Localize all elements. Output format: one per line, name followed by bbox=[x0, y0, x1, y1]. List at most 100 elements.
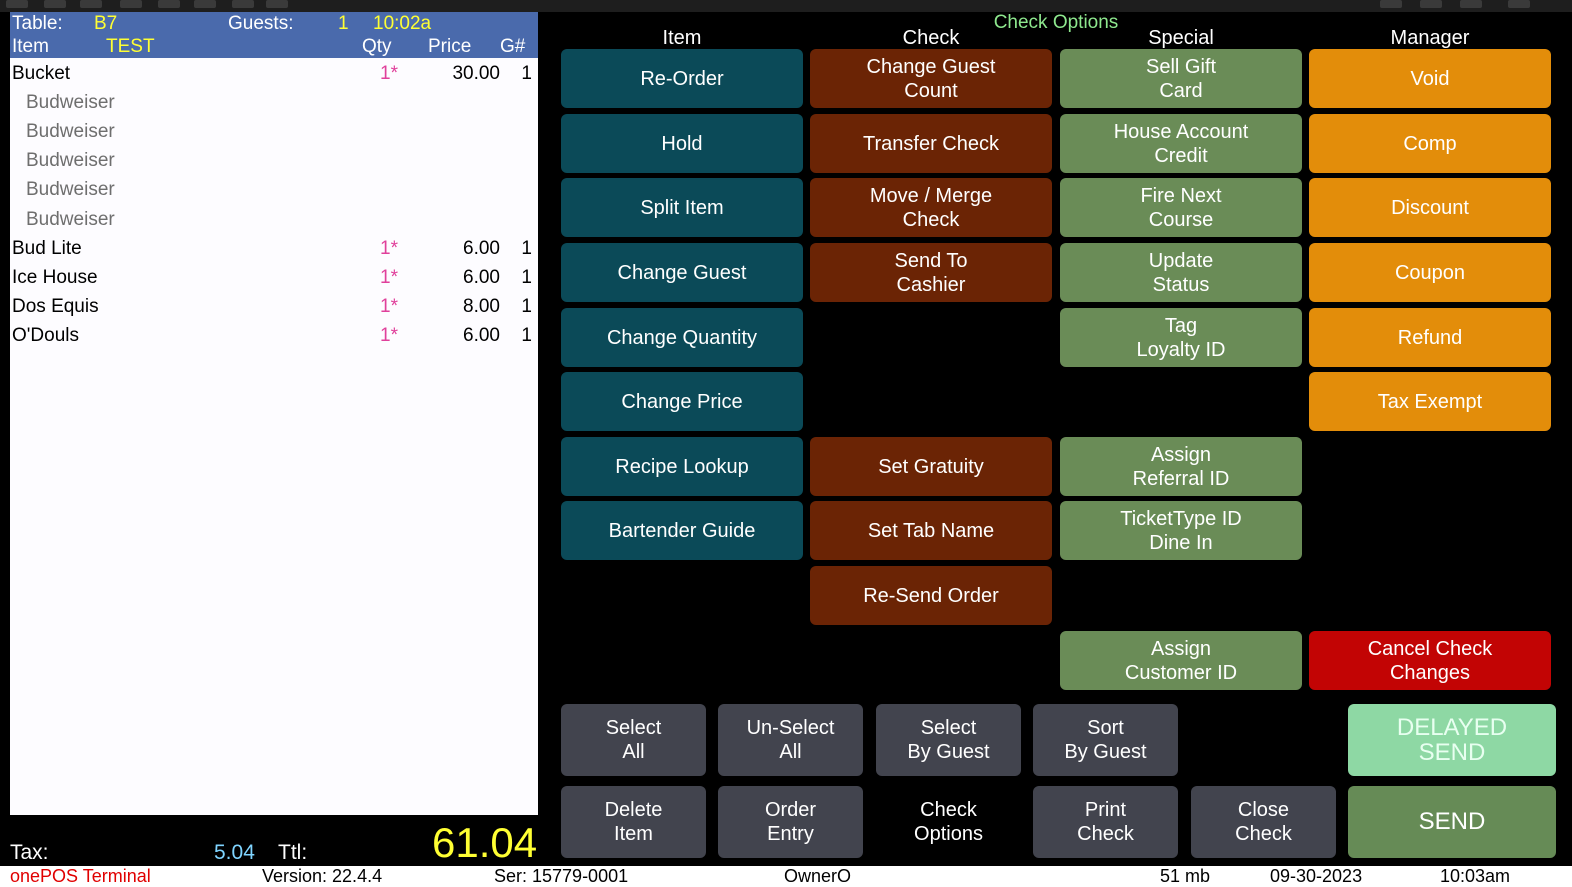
fire-next-course-button[interactable]: Fire Next Course bbox=[1060, 178, 1302, 237]
discount-button[interactable]: Discount bbox=[1309, 178, 1551, 237]
tag-loyalty-id-button[interactable]: Tag Loyalty ID bbox=[1060, 308, 1302, 367]
modifier-row[interactable]: Budweiser bbox=[10, 88, 538, 117]
check-item-row[interactable]: Ice House 1* 6.00 1 bbox=[10, 263, 538, 292]
order-entry-button[interactable]: Order Entry bbox=[718, 786, 863, 858]
settings-icon[interactable] bbox=[1420, 0, 1442, 8]
delayed-send-button[interactable]: DELAYED SEND bbox=[1348, 704, 1556, 776]
item-qty-text: 1* bbox=[380, 237, 398, 259]
re-order-button[interactable]: Re-Order bbox=[561, 49, 803, 108]
tax-amount: 5.04 bbox=[214, 841, 255, 864]
send-to-cashier-button[interactable]: Send To Cashier bbox=[810, 243, 1052, 302]
item-name-text: O'Douls bbox=[12, 324, 79, 346]
check-icon[interactable] bbox=[44, 0, 66, 8]
item-name: TEST bbox=[106, 36, 155, 57]
status-bar: onePOS Terminal Version: 22.4.4 Ser: 157… bbox=[0, 866, 1572, 887]
item-name-text: Bucket bbox=[12, 63, 71, 84]
guests-count: 1 bbox=[338, 13, 349, 34]
re-send-order-button[interactable]: Re-Send Order bbox=[810, 566, 1052, 625]
modifier-row[interactable]: Budweiser bbox=[10, 175, 538, 204]
tax-label: Tax: bbox=[10, 841, 49, 864]
status-date: 09-30-2023 bbox=[1270, 866, 1363, 886]
record-icon[interactable] bbox=[6, 0, 28, 8]
check-item-row[interactable]: O'Douls 1* 6.00 1 bbox=[10, 321, 538, 350]
split-item-button[interactable]: Split Item bbox=[561, 178, 803, 237]
item-label: Item bbox=[12, 36, 49, 57]
house-account-credit-button[interactable]: House Account Credit bbox=[1060, 114, 1302, 173]
item-price-text: 6.00 bbox=[463, 266, 500, 288]
item-guest-text: 1 bbox=[521, 324, 532, 346]
price-column-header: Price bbox=[428, 36, 472, 57]
tax-exempt-button[interactable]: Tax Exempt bbox=[1309, 372, 1551, 431]
item-qty-text: 1* bbox=[380, 266, 398, 288]
item-qty-text: 1* bbox=[380, 295, 398, 317]
modifier-row[interactable]: Budweiser bbox=[10, 146, 538, 175]
total-amount: 61.04 bbox=[432, 819, 538, 866]
assign-customer-id-button[interactable]: Assign Customer ID bbox=[1060, 631, 1302, 690]
edit-icon[interactable] bbox=[120, 0, 142, 8]
print-check-button[interactable]: Print Check bbox=[1033, 786, 1178, 858]
delete-item-button[interactable]: Delete Item bbox=[561, 786, 706, 858]
table-label: Table: bbox=[12, 13, 63, 34]
change-guest-count-button[interactable]: Change Guest Count bbox=[810, 49, 1052, 108]
total-label: Ttl: bbox=[278, 841, 308, 864]
delete-icon[interactable] bbox=[158, 0, 180, 8]
comp-button[interactable]: Comp bbox=[1309, 114, 1551, 173]
item-name-text: Dos Equis bbox=[12, 295, 99, 317]
item-name-text: Budweiser bbox=[26, 208, 115, 230]
window-icon[interactable] bbox=[1460, 0, 1482, 8]
dropdown-icon[interactable] bbox=[232, 0, 254, 8]
item-guest-text: 1 bbox=[521, 237, 532, 259]
void-button[interactable]: Void bbox=[1309, 49, 1551, 108]
recipe-lookup-button[interactable]: Recipe Lookup bbox=[561, 437, 803, 496]
version-text: Version: 22.4.4 bbox=[262, 866, 383, 886]
special-column-header: Special bbox=[1148, 27, 1214, 49]
change-guest-button[interactable]: Change Guest bbox=[561, 243, 803, 302]
check-item-row[interactable]: Bucket 1* 30.00 1 bbox=[10, 59, 538, 88]
item-price-text: 6.00 bbox=[463, 324, 500, 346]
export-icon[interactable] bbox=[80, 0, 102, 8]
sort-by-guest-button[interactable]: Sort By Guest bbox=[1033, 704, 1178, 776]
app-name: onePOS Terminal bbox=[10, 866, 151, 886]
sell-gift-card-button[interactable]: Sell Gift Card bbox=[1060, 49, 1302, 108]
update-status-button[interactable]: Update Status bbox=[1060, 243, 1302, 302]
check-header: Table: B7 Guests: 1 10:02a Item TEST Qty… bbox=[10, 12, 538, 58]
menu-icon[interactable] bbox=[1508, 0, 1530, 8]
change-price-button[interactable]: Change Price bbox=[561, 372, 803, 431]
check-item-row[interactable]: Dos Equis 1* 8.00 1 bbox=[10, 292, 538, 321]
unselect-all-button[interactable]: Un-Select All bbox=[718, 704, 863, 776]
bartender-guide-button[interactable]: Bartender Guide bbox=[561, 501, 803, 560]
check-column-header: Check bbox=[902, 27, 960, 49]
multiply-icon[interactable] bbox=[194, 0, 216, 8]
select-all-button[interactable]: Select All bbox=[561, 704, 706, 776]
close-check-button[interactable]: Close Check bbox=[1191, 786, 1336, 858]
refund-button[interactable]: Refund bbox=[1309, 308, 1551, 367]
search-icon[interactable] bbox=[1380, 0, 1402, 8]
coupon-button[interactable]: Coupon bbox=[1309, 243, 1551, 302]
item-column-header: Item bbox=[662, 27, 702, 49]
set-tab-name-button[interactable]: Set Tab Name bbox=[810, 501, 1052, 560]
cancel-check-changes-button[interactable]: Cancel Check Changes bbox=[1309, 631, 1551, 690]
pointer-icon[interactable] bbox=[266, 0, 288, 8]
check-item-row[interactable]: Bud Lite 1* 6.00 1 bbox=[10, 234, 538, 263]
item-guest-text: 1 bbox=[521, 266, 532, 288]
item-qty-text: 1* bbox=[380, 63, 398, 84]
manager-column-header: Manager bbox=[1390, 27, 1470, 49]
qty-column-header: Qty bbox=[362, 36, 392, 57]
item-name-text: Budweiser bbox=[26, 179, 115, 201]
modifier-row[interactable]: Budweiser bbox=[10, 117, 538, 146]
assign-referral-id-button[interactable]: Assign Referral ID bbox=[1060, 437, 1302, 496]
move-merge-check-button[interactable]: Move / Merge Check bbox=[810, 178, 1052, 237]
item-name-text: Bud Lite bbox=[12, 237, 82, 259]
send-button[interactable]: SEND bbox=[1348, 786, 1556, 858]
modifier-row[interactable]: Budweiser bbox=[10, 205, 538, 234]
change-quantity-button[interactable]: Change Quantity bbox=[561, 308, 803, 367]
select-by-guest-button[interactable]: Select By Guest bbox=[876, 704, 1021, 776]
ticket-type-id-button[interactable]: TicketType ID Dine In bbox=[1060, 501, 1302, 560]
item-guest-text: 1 bbox=[521, 63, 532, 84]
set-gratuity-button[interactable]: Set Gratuity bbox=[810, 437, 1052, 496]
memory-usage: 51 mb bbox=[1160, 866, 1211, 886]
transfer-check-button[interactable]: Transfer Check bbox=[810, 114, 1052, 173]
check-options-tab[interactable]: Check Options bbox=[876, 786, 1021, 858]
item-name-text: Ice House bbox=[12, 266, 98, 288]
hold-button[interactable]: Hold bbox=[561, 114, 803, 173]
